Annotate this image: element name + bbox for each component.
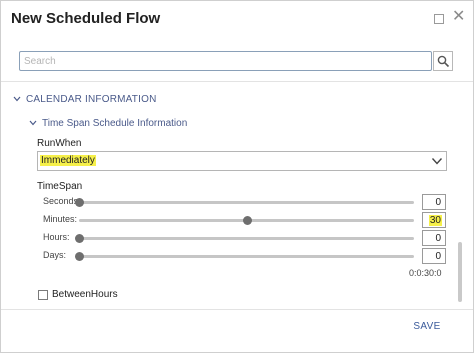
- slider-row: Seconds: 0: [43, 194, 447, 210]
- slider-value: 30: [428, 215, 442, 226]
- dialog-title-bar: New Scheduled Flow ✕: [1, 1, 473, 37]
- slider-value-input[interactable]: 30: [422, 212, 446, 228]
- close-icon[interactable]: ✕: [452, 9, 465, 25]
- chevron-down-icon: [29, 118, 37, 129]
- slider-row: Days: 0: [43, 248, 447, 264]
- slider-value: 0: [435, 197, 441, 208]
- slider-value: 0: [435, 251, 441, 262]
- search-input[interactable]: [19, 51, 432, 71]
- slider-track[interactable]: [75, 234, 414, 243]
- search-bar: [19, 51, 453, 71]
- search-icon: [437, 55, 450, 68]
- content-scrollbar[interactable]: [458, 242, 462, 302]
- slider-label: Minutes:: [43, 214, 78, 224]
- footer-divider: [1, 309, 473, 310]
- runwhen-selected-value: Immediately: [40, 155, 96, 166]
- chevron-down-icon: [431, 158, 443, 165]
- calendar-information-label: CALENDAR INFORMATION: [26, 94, 157, 105]
- slider-thumb[interactable]: [243, 216, 252, 225]
- between-hours-checkbox[interactable]: [38, 290, 48, 300]
- slider-track[interactable]: [75, 252, 414, 261]
- slider-value: 0: [435, 233, 441, 244]
- slider-track[interactable]: [75, 198, 414, 207]
- slider-thumb[interactable]: [75, 252, 84, 261]
- timespan-label: TimeSpan: [37, 181, 83, 192]
- slider-value-input[interactable]: 0: [422, 230, 446, 246]
- maximize-icon[interactable]: [434, 14, 444, 24]
- save-button[interactable]: SAVE: [405, 318, 449, 336]
- slider-row: Minutes: 30: [43, 212, 447, 228]
- slider-value-input[interactable]: 0: [422, 194, 446, 210]
- chevron-down-icon: [13, 94, 21, 105]
- search-button[interactable]: [433, 51, 453, 71]
- between-hours-label: BetweenHours: [52, 289, 118, 300]
- time-span-schedule-header[interactable]: Time Span Schedule Information: [29, 118, 187, 129]
- scheduled-flow-dialog: New Scheduled Flow ✕ CALENDAR INFORMATIO…: [0, 0, 474, 353]
- slider-thumb[interactable]: [75, 234, 84, 243]
- slider-label: Days:: [43, 250, 67, 260]
- slider-value-input[interactable]: 0: [422, 248, 446, 264]
- calendar-information-header[interactable]: CALENDAR INFORMATION: [13, 94, 157, 105]
- dialog-content: CALENDAR INFORMATION Time Span Schedule …: [1, 82, 473, 307]
- runwhen-label: RunWhen: [37, 138, 82, 149]
- slider-row: Hours: 0: [43, 230, 447, 246]
- dialog-title: New Scheduled Flow: [11, 10, 161, 27]
- time-span-schedule-label: Time Span Schedule Information: [42, 118, 188, 129]
- slider-track[interactable]: [79, 216, 414, 225]
- slider-thumb[interactable]: [75, 198, 84, 207]
- slider-label: Hours:: [43, 232, 70, 242]
- runwhen-select[interactable]: Immediately: [37, 151, 447, 171]
- timespan-summary: 0:0:30:0: [409, 268, 442, 278]
